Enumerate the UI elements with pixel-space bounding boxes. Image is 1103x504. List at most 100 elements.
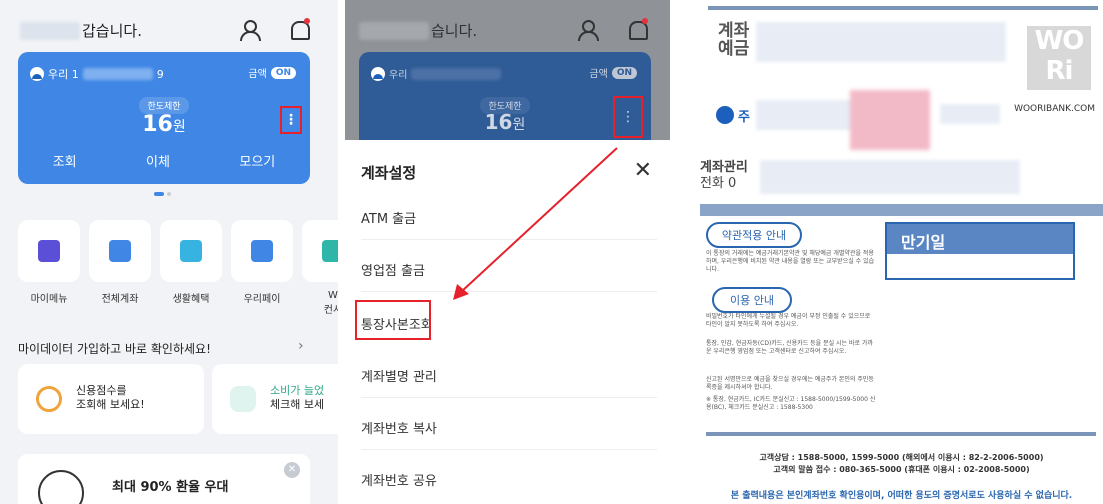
profile-icon[interactable] [238, 18, 261, 41]
gift-icon [180, 240, 202, 262]
gauge-icon [36, 386, 62, 412]
maturity-box: 만기일 [885, 222, 1075, 280]
notification-bell-icon[interactable] [288, 18, 310, 40]
hide-amount-label: 금액 [589, 69, 608, 80]
toggle-state: ON [611, 66, 637, 79]
blurred-account-number [82, 68, 153, 80]
blurred-account-number [411, 67, 502, 80]
terms-pill: 약관적용 안내 [706, 222, 802, 248]
inquiry-button[interactable]: 조회 [53, 151, 77, 170]
menu-copy-account-number[interactable]: 계좌번호 복사 [361, 418, 657, 450]
spending-card[interactable]: 소비가 늘었 체크해 보세 [212, 364, 338, 434]
account-settings-screen: 습니다. 우리 금액 ON 한도제한 16원 ⋮ 계좌설정 ✕ ATM 출금 영업… [345, 0, 670, 504]
toggle-state: ON [270, 66, 296, 79]
account-card-dimmed: 우리 금액 ON 한도제한 16원 ⋮ [359, 52, 651, 152]
quick-label: 전체계좌 [101, 294, 139, 305]
quick-life-benefits[interactable] [160, 220, 222, 282]
mini-card-line: 체크해 보세 [270, 398, 325, 411]
hide-amount-label: 금액 [248, 69, 267, 80]
woori-watermark-logo: WO Ri [1027, 26, 1091, 90]
consult-icon [322, 240, 338, 262]
credit-score-card[interactable]: 신용점수를 조회해 보세요! [18, 364, 204, 434]
menu-account-nickname[interactable]: 계좌별명 관리 [361, 366, 657, 398]
menu-branch-withdraw[interactable]: 영업점 출금 [361, 260, 657, 292]
mini-card-line: 신용점수를 [76, 384, 127, 397]
quick-woori-pay[interactable] [231, 220, 293, 282]
promo-title: 최대 90% 환율 우대 [112, 480, 229, 495]
percent-icon [230, 386, 256, 412]
menu-share-account-number[interactable]: 계좌번호 공유 [361, 470, 657, 501]
close-icon[interactable]: ✕ [284, 462, 300, 478]
woori-logo-icon [371, 66, 385, 81]
mini-card-line: 소비가 늘었 [270, 384, 325, 397]
menu-atm-withdraw[interactable]: ATM 출금 [361, 208, 657, 240]
mgmt-line: 전화 0 [700, 176, 737, 191]
doc-top-bar [708, 6, 1098, 10]
transfer-button[interactable]: 이체 [146, 151, 170, 170]
more-options-button[interactable]: ⋮ [280, 106, 302, 134]
account-tail: 9 [156, 67, 164, 81]
balance-amount: 16 [484, 110, 513, 134]
usage-text: 통장, 인감, 현금자동(CD)카드, 신용카드 등을 분실 시는 바로 가까운… [706, 340, 873, 355]
passbook-document: 계좌 예금 WO Ri WOORIBANK.COM 주 계좌관리 전화 0 약관적용… [700, 0, 1103, 504]
bank-site: WOORIBANK.COM [1014, 104, 1095, 114]
doc-bottom-bar [706, 432, 1096, 436]
notification-bell-icon[interactable] [626, 18, 648, 40]
balance-amount: 16 [142, 112, 173, 137]
doc-title-line: 계좌 [718, 21, 750, 41]
quick-label: 생활혜택 [172, 294, 210, 305]
currency: 원 [172, 119, 186, 135]
quick-label: 마이메뉴 [30, 294, 68, 305]
quick-label: 우리페이 [243, 294, 281, 305]
save-up-button[interactable]: 모으기 [239, 151, 275, 170]
blurred-name [359, 21, 429, 40]
money-bag-icon [38, 470, 84, 504]
mini-card-line: 조회해 보세요! [76, 398, 145, 411]
chevron-right-icon[interactable]: › [298, 338, 304, 354]
terms-text: 이 통장의 거래에는 예금거래기본약관 및 해당예금 개별약관을 적용하며, 우… [706, 250, 875, 273]
usage-text: ※ 통장, 현금카드, IC카드 분실신고 : 1588-5000/1599-5… [706, 396, 876, 411]
woori-logo-icon [716, 106, 734, 124]
home-screen: 갑습니다. 우리 19 금액 ON 한도제한 16원 ⋮ 조회 이체 모으기 마이… [0, 0, 338, 504]
dimmed-background: 습니다. 우리 금액 ON 한도제한 16원 ⋮ [345, 0, 670, 152]
quick-all-accounts[interactable] [89, 220, 151, 282]
balance: 16원 [18, 112, 310, 137]
blurred-content [760, 160, 1020, 194]
account-bank: 우리 1 [48, 68, 79, 81]
sheet-title: 계좌설정 [361, 164, 417, 182]
profile-icon[interactable] [576, 18, 599, 41]
qr-icon [251, 240, 273, 262]
pager-dots [154, 192, 171, 196]
greeting: 갑습니다. [20, 20, 142, 41]
greeting-text: 습니다. [431, 22, 478, 40]
blurred-content [756, 22, 1006, 62]
maturity-label: 만기일 [887, 224, 1073, 254]
bank-name: 주 [738, 110, 750, 125]
account-card[interactable]: 우리 19 금액 ON 한도제한 16원 ⋮ 조회 이체 모으기 [18, 52, 310, 184]
currency: 원 [512, 117, 526, 133]
doc-title: 계좌 예금 [718, 22, 749, 58]
doc-title-line: 예금 [718, 39, 750, 59]
greeting-text: 갑습니다. [82, 22, 142, 40]
more-options-button[interactable]: ⋮ [613, 96, 643, 138]
quick-my-menu[interactable] [18, 220, 80, 282]
disclaimer: 본 출력내용은 본인계좌번호 확인용이며, 어떠한 용도의 증명서로도 사용하실… [730, 491, 1073, 501]
doc-divider [700, 204, 1103, 216]
usage-text: 비밀번호가 타인에게 누설될 경우 예금이 부정 인출될 수 있으므로 타인이 … [706, 313, 871, 328]
highlight-box [355, 300, 431, 340]
blurred-seal [850, 90, 930, 150]
usage-text: 신고된 서명만으로 예금을 찾으실 경우에는 예금주가 본인의 주민등록증을 제… [706, 376, 874, 391]
won-icon [109, 240, 131, 262]
blurred-name [20, 21, 80, 40]
mydata-banner[interactable]: 마이데이터 가입하고 바로 확인하세요! [18, 340, 211, 357]
quick-w-consult[interactable] [302, 220, 338, 282]
hide-amount-toggle[interactable]: 금액 ON [248, 65, 296, 80]
account-management: 계좌관리 전화 0 [700, 160, 748, 192]
fx-promo-card[interactable]: 최대 90% 환율 우대 ✕ [18, 454, 310, 504]
usage-pill: 이용 안내 [712, 287, 792, 313]
close-icon[interactable]: ✕ [634, 158, 652, 183]
customer-voice: 고객의 말씀 접수 : 080-365-5000 (휴대폰 이용시 : 02-2… [773, 465, 1030, 474]
account-bank: 우리 [389, 70, 408, 81]
mgmt-line: 계좌관리 [700, 160, 748, 175]
quick-label: W 컨시 [323, 290, 338, 316]
